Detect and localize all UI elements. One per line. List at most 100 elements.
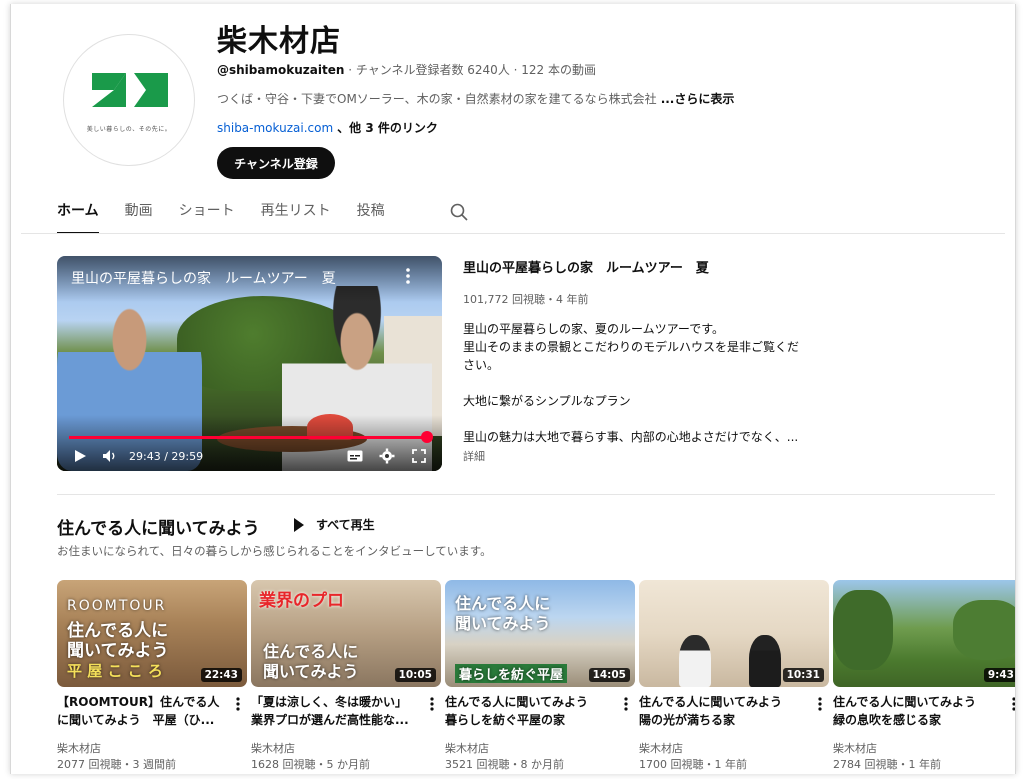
video-stats: 2077 回視聴・3 週間前	[57, 758, 176, 771]
video-title-line: 「夏は涼しく、冬は暖かい」	[251, 695, 408, 709]
channel-website-link[interactable]: shiba-mokuzai.com	[217, 121, 333, 135]
show-more-link[interactable]: ...さらに表示	[661, 92, 735, 106]
thumbnail-caption: 聞いてみよう	[263, 662, 359, 681]
video-duration: 10:31	[782, 668, 824, 682]
more-options-icon[interactable]	[1009, 696, 1015, 712]
video-stats: 3521 回視聴・8 か月前	[445, 758, 564, 771]
player-more-icon[interactable]	[402, 266, 414, 286]
volume-icon[interactable]	[101, 447, 119, 465]
channel-handle: @shibamokuzaiten	[217, 63, 345, 77]
video-title[interactable]: 住んでる人に聞いてみよう 陽の光が満ちる家	[639, 693, 809, 729]
player-progress-bar[interactable]	[69, 431, 433, 443]
video-title[interactable]: 住んでる人に聞いてみよう 暮らしを紡ぐ平屋の家	[445, 693, 615, 729]
subtitles-icon[interactable]	[346, 447, 364, 465]
thumbnail-caption: 聞いてみよう	[67, 641, 169, 661]
more-options-icon[interactable]	[621, 696, 631, 712]
more-options-icon[interactable]	[233, 696, 243, 712]
video-channel[interactable]: 柴木材店	[445, 740, 489, 756]
play-all-icon	[294, 517, 304, 532]
video-title[interactable]: 住んでる人に聞いてみよう 緑の息吹を感じる家	[833, 693, 1003, 729]
featured-details-link[interactable]: 詳細	[463, 448, 485, 464]
thumbnail-caption: 聞いてみよう	[455, 614, 551, 633]
other-links-link[interactable]: 、他 3 件のリンク	[337, 121, 438, 135]
video-card[interactable]: 業界のプロ 住んでる人に 聞いてみよう 10:05 「夏は涼しく、冬は暖かい」 …	[251, 580, 441, 771]
thumbnail-tree	[833, 590, 893, 670]
featured-video-player[interactable]: 里山の平屋暮らしの家 ルームツアー 夏 29:43 / 29:59	[57, 256, 442, 471]
video-channel[interactable]: 柴木材店	[639, 740, 683, 756]
description-gap	[463, 410, 833, 428]
video-thumbnail[interactable]: 10:31	[639, 580, 829, 687]
channel-logo-tagline: 美しい暮らしの、その先に。	[86, 126, 172, 133]
tabs-divider	[21, 233, 1005, 234]
description-line: さい。	[463, 358, 500, 372]
video-thumbnail[interactable]: ROOMTOUR 住んでる人に 聞いてみよう 平 屋 こ こ ろ 22:43	[57, 580, 247, 687]
description-line: 里山そのままの景観とこだわりのモデルハウスを是非ご覧くだ	[463, 340, 800, 354]
tab-home[interactable]: ホーム	[57, 200, 99, 234]
video-title-line: に聞いてみよう 平屋（ひ...	[57, 713, 215, 727]
channel-tabs: ホーム 動画 ショート 再生リスト 投稿	[57, 200, 469, 234]
video-duration: 10:05	[394, 668, 436, 682]
video-thumbnail[interactable]: 9:43	[833, 580, 1015, 687]
video-channel[interactable]: 柴木材店	[57, 740, 101, 756]
featured-video-title[interactable]: 里山の平屋暮らしの家 ルームツアー 夏	[463, 257, 709, 276]
play-all-button[interactable]: すべて再生	[294, 516, 375, 533]
shelf-title[interactable]: 住んでる人に聞いてみよう	[57, 514, 260, 539]
video-shelf: ROOMTOUR 住んでる人に 聞いてみよう 平 屋 こ こ ろ 22:43 【…	[57, 580, 1015, 771]
video-title[interactable]: 【ROOMTOUR】住んでる人 に聞いてみよう 平屋（ひ...	[57, 693, 227, 729]
more-options-icon[interactable]	[427, 696, 437, 712]
thumbnail-person	[749, 635, 781, 687]
channel-logo-icon	[92, 73, 168, 107]
subscribe-button[interactable]: チャンネル登録	[217, 147, 335, 179]
video-duration: 14:05	[588, 668, 630, 682]
video-title-line: 住んでる人に聞いてみよう	[833, 695, 977, 709]
video-title-line: 緑の息吹を感じる家	[833, 713, 942, 727]
video-card[interactable]: 9:43 住んでる人に聞いてみよう 緑の息吹を感じる家 柴木材店 2784 回視…	[833, 580, 1015, 771]
channel-links: shiba-mokuzai.com 、他 3 件のリンク	[217, 119, 438, 136]
search-icon[interactable]	[449, 202, 469, 222]
play-icon[interactable]	[71, 447, 89, 465]
channel-description[interactable]: つくば・守谷・下妻でOMソーラー、木の家・自然素材の家を建てるなら株式会社...…	[217, 90, 734, 107]
video-duration: 9:43	[983, 668, 1015, 682]
description-gap	[463, 374, 833, 392]
description-line: 里山の平屋暮らしの家、夏のルームツアーです。	[463, 322, 725, 336]
player-controls: 29:43 / 29:59	[71, 446, 428, 466]
thumbnail-caption: 暮らしを紡ぐ平屋	[455, 664, 568, 683]
more-options-icon[interactable]	[815, 696, 825, 712]
video-stats: 2784 回視聴・1 年前	[833, 758, 941, 771]
tab-shorts[interactable]: ショート	[179, 200, 235, 234]
play-all-label: すべて再生	[316, 518, 375, 532]
channel-name: 柴木材店	[217, 24, 341, 59]
video-title-line: 住んでる人に聞いてみよう	[445, 695, 589, 709]
video-duration: 22:43	[200, 668, 242, 682]
video-card[interactable]: ROOMTOUR 住んでる人に 聞いてみよう 平 屋 こ こ ろ 22:43 【…	[57, 580, 247, 771]
section-divider	[57, 494, 995, 495]
video-thumbnail[interactable]: 業界のプロ 住んでる人に 聞いてみよう 10:05	[251, 580, 441, 687]
channel-meta: @shibamokuzaiten · チャンネル登録者数 6240人 · 122…	[217, 61, 596, 78]
player-progress-knob[interactable]	[420, 431, 433, 443]
video-stats: 1700 回視聴・1 年前	[639, 758, 747, 771]
channel-avatar[interactable]: 美しい暮らしの、その先に。	[63, 34, 195, 166]
video-title-line: 【ROOMTOUR】住んでる人	[57, 695, 220, 709]
tab-videos[interactable]: 動画	[125, 200, 153, 234]
thumbnail-tree	[953, 600, 1015, 660]
settings-icon[interactable]	[378, 447, 396, 465]
tab-posts[interactable]: 投稿	[357, 200, 385, 234]
youtube-channel-page: 美しい暮らしの、その先に。 柴木材店 @shibamokuzaiten · チャ…	[10, 4, 1016, 774]
video-title[interactable]: 「夏は涼しく、冬は暖かい」 業界プロが選んだ高性能な...	[251, 693, 421, 729]
shelf-subtitle: お住まいになられて、日々の暮らしから感じられることをインタビューしています。	[57, 544, 492, 558]
video-stats: 1628 回視聴・5 か月前	[251, 758, 370, 771]
video-card[interactable]: 10:31 住んでる人に聞いてみよう 陽の光が満ちる家 柴木材店 1700 回視…	[639, 580, 829, 771]
fullscreen-icon[interactable]	[410, 447, 428, 465]
thumbnail-caption: 平 屋 こ こ ろ	[67, 662, 163, 680]
thumbnail-caption: ROOMTOUR	[67, 598, 167, 614]
player-title[interactable]: 里山の平屋暮らしの家 ルームツアー 夏	[71, 268, 336, 288]
video-card[interactable]: 住んでる人に 聞いてみよう 暮らしを紡ぐ平屋 14:05 住んでる人に聞いてみよ…	[445, 580, 635, 771]
video-title-line: 陽の光が満ちる家	[639, 713, 736, 727]
video-channel[interactable]: 柴木材店	[251, 740, 295, 756]
video-channel[interactable]: 柴木材店	[833, 740, 877, 756]
player-progress-fill	[69, 436, 427, 439]
tab-playlists[interactable]: 再生リスト	[261, 200, 331, 234]
video-title-line: 暮らしを紡ぐ平屋の家	[445, 713, 566, 727]
video-thumbnail[interactable]: 住んでる人に 聞いてみよう 暮らしを紡ぐ平屋 14:05	[445, 580, 635, 687]
channel-stats: · チャンネル登録者数 6240人 · 122 本の動画	[344, 63, 596, 77]
